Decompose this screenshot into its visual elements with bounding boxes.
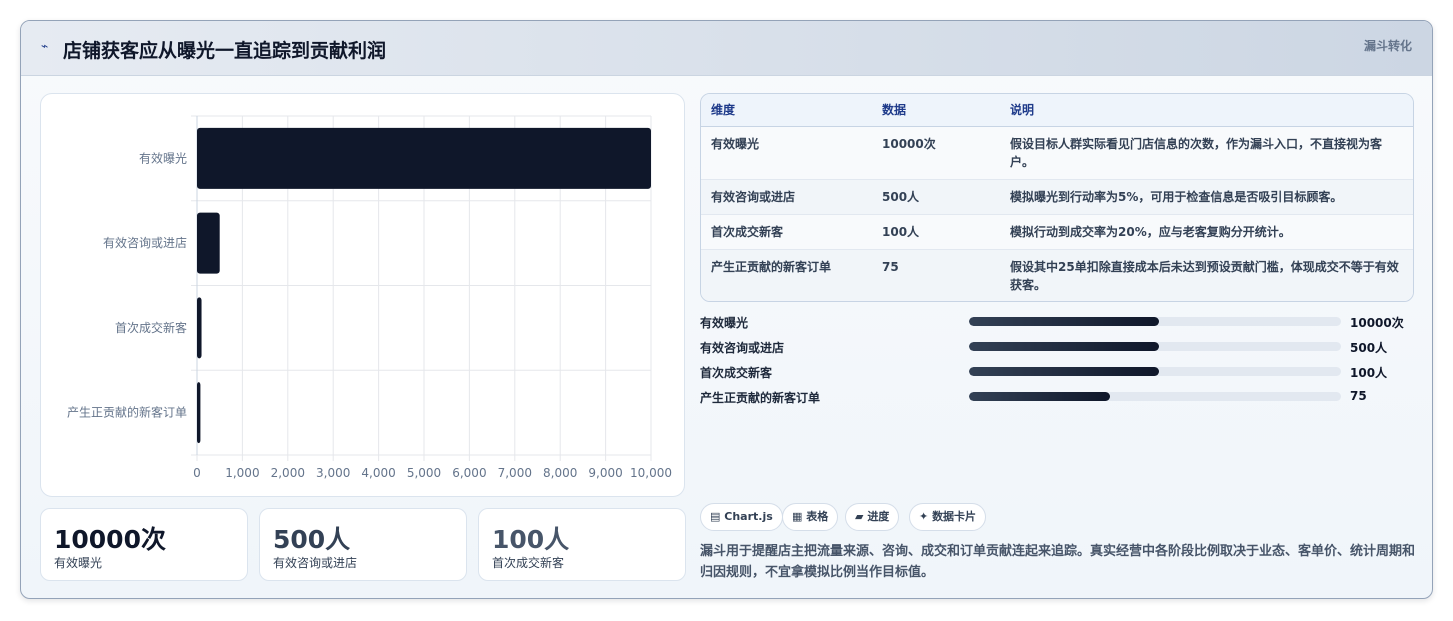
stat-card-inquiry: 500人 有效咨询或进店 bbox=[259, 508, 467, 581]
progress-fill bbox=[969, 317, 1159, 326]
card-icon: ✦ bbox=[919, 510, 929, 523]
table-row: 有效曝光 10000次 假设目标人群实际看见门店信息的次数，作为漏斗入口，不直接… bbox=[701, 126, 1413, 180]
x-tick-label: 5,000 bbox=[407, 466, 441, 480]
chip-label: 表格 bbox=[806, 510, 829, 523]
progress-icon: ▰ bbox=[855, 510, 864, 523]
progress-fill bbox=[969, 342, 1159, 351]
table-header-row: 维度 数据 说明 bbox=[701, 94, 1413, 127]
x-tick-label: 4,000 bbox=[361, 466, 395, 480]
progress-track bbox=[969, 342, 1341, 351]
progress-label: 首次成交新客 bbox=[700, 366, 773, 380]
footnote-text: 漏斗用于提醒店主把流量来源、咨询、成交和订单贡献连起来追踪。真实经营中各阶段比例… bbox=[700, 544, 1416, 580]
chip-progress[interactable]: ▰ 进度 bbox=[845, 503, 900, 531]
table-row: 有效咨询或进店 500人 模拟曝光到行动率为5%，可用于检查信息是否吸引目标顾客… bbox=[701, 179, 1413, 215]
progress-row: 有效咨询或进店 500人 bbox=[700, 339, 1414, 364]
progress-row: 有效曝光 10000次 bbox=[700, 314, 1414, 339]
table-row: 首次成交新客 100人 模拟行动到成交率为20%，应与老客复购分开统计。 bbox=[701, 214, 1413, 250]
stat-value: 100人 bbox=[492, 525, 570, 554]
chart-svg: 0 1,000 2,000 3,000 4,000 5,000 6,000 7,000 8,00… bbox=[67, 115, 672, 480]
funnel-card: ⌁ 店铺获客应从曝光一直追踪到贡献利润 漏斗转化 0 1,000 2,000 3,00… bbox=[20, 20, 1433, 599]
table-cell: 75 bbox=[872, 249, 1000, 301]
chart-icon: ▤ bbox=[710, 510, 721, 523]
table-cell: 有效曝光 bbox=[701, 126, 872, 180]
stat-value: 500人 bbox=[273, 525, 351, 554]
table-cell: 产生正贡献的新客订单 bbox=[701, 249, 872, 301]
progress-value: 10000次 bbox=[1350, 316, 1404, 330]
x-tick-label: 8,000 bbox=[543, 466, 577, 480]
x-tick-label: 6,000 bbox=[452, 466, 486, 480]
progress-track bbox=[969, 367, 1341, 376]
chart-bar[interactable] bbox=[197, 212, 220, 274]
stat-value: 10000次 bbox=[54, 525, 166, 554]
x-tick-label: 0 bbox=[193, 466, 201, 480]
funnel-bar-chart: 0 1,000 2,000 3,000 4,000 5,000 6,000 7,000 8,00… bbox=[40, 93, 685, 497]
card-header: ⌁ 店铺获客应从曝光一直追踪到贡献利润 漏斗转化 bbox=[21, 21, 1432, 76]
progress-list: 有效曝光 10000次 有效咨询或进店 500人 首次成交新客 100人 产生正… bbox=[700, 314, 1414, 414]
chart-bar[interactable] bbox=[197, 382, 201, 444]
progress-fill bbox=[969, 367, 1159, 376]
x-tick-label: 3,000 bbox=[316, 466, 350, 480]
progress-row: 产生正贡献的新客订单 75 bbox=[700, 389, 1414, 414]
x-tick-label: 10,000 bbox=[630, 466, 672, 480]
table-cell: 假设目标人群实际看见门店信息的次数，作为漏斗入口，不直接视为客户。 bbox=[1000, 126, 1413, 180]
column-header: 数据 bbox=[872, 94, 1000, 127]
y-tick-label: 有效咨询或进店 bbox=[103, 235, 187, 250]
chip-label: 进度 bbox=[867, 510, 890, 523]
table-cell: 500人 bbox=[872, 179, 1000, 215]
chip-label: 数据卡片 bbox=[932, 510, 977, 523]
progress-label: 产生正贡献的新客订单 bbox=[700, 391, 821, 405]
stat-label: 有效咨询或进店 bbox=[273, 556, 358, 570]
chip-table[interactable]: ▦ 表格 bbox=[782, 503, 839, 531]
y-tick-label: 首次成交新客 bbox=[115, 320, 187, 335]
chart-bar[interactable] bbox=[197, 127, 651, 189]
x-tick-label: 1,000 bbox=[225, 466, 259, 480]
progress-track bbox=[969, 317, 1341, 326]
x-tick-label: 7,000 bbox=[498, 466, 532, 480]
column-header: 维度 bbox=[701, 94, 872, 127]
table-cell: 10000次 bbox=[872, 126, 1000, 180]
stat-label: 首次成交新客 bbox=[492, 556, 565, 570]
progress-label: 有效咨询或进店 bbox=[700, 341, 785, 355]
y-tick-label: 产生正贡献的新客订单 bbox=[67, 405, 187, 420]
table-cell: 模拟曝光到行动率为5%，可用于检查信息是否吸引目标顾客。 bbox=[1000, 179, 1413, 215]
y-tick-label: 有效曝光 bbox=[139, 150, 187, 165]
table-row: 产生正贡献的新客订单 75 假设其中25单扣除直接成本后未达到预设贡献门槛，体现… bbox=[701, 249, 1413, 301]
chip-chartjs[interactable]: ▤ Chart.js bbox=[700, 503, 783, 531]
data-table: 维度 数据 说明 有效曝光 10000次 假设目标人群实际看见门店信息的次数，作… bbox=[700, 93, 1414, 302]
stat-label: 有效曝光 bbox=[54, 556, 103, 570]
progress-value: 500人 bbox=[1350, 341, 1388, 355]
progress-value: 75 bbox=[1350, 389, 1367, 403]
x-tick-label: 2,000 bbox=[271, 466, 305, 480]
stat-card-new-customer: 100人 首次成交新客 bbox=[478, 508, 686, 581]
progress-track bbox=[969, 392, 1341, 401]
chip-label: Chart.js bbox=[724, 510, 773, 523]
x-tick-label: 9,000 bbox=[588, 466, 622, 480]
column-header: 说明 bbox=[1000, 94, 1413, 127]
progress-fill bbox=[969, 392, 1111, 401]
progress-value: 100人 bbox=[1350, 366, 1388, 380]
chart-bar[interactable] bbox=[197, 297, 202, 359]
progress-row: 首次成交新客 100人 bbox=[700, 364, 1414, 389]
stat-card-exposure: 10000次 有效曝光 bbox=[40, 508, 248, 581]
table-icon: ▦ bbox=[792, 510, 803, 523]
card-title: 店铺获客应从曝光一直追踪到贡献利润 bbox=[63, 40, 387, 62]
table-cell: 100人 bbox=[872, 214, 1000, 250]
category-tag: 漏斗转化 bbox=[1363, 39, 1412, 53]
progress-label: 有效曝光 bbox=[700, 316, 749, 330]
table-cell: 假设其中25单扣除直接成本后未达到预设贡献门槛，体现成交不等于有效获客。 bbox=[1000, 249, 1413, 301]
table-cell: 首次成交新客 bbox=[701, 214, 872, 250]
trend-icon: ⌁ bbox=[41, 39, 49, 53]
chip-data-card[interactable]: ✦ 数据卡片 bbox=[909, 503, 987, 531]
table-cell: 模拟行动到成交率为20%，应与老客复购分开统计。 bbox=[1000, 214, 1413, 250]
table-cell: 有效咨询或进店 bbox=[701, 179, 872, 215]
